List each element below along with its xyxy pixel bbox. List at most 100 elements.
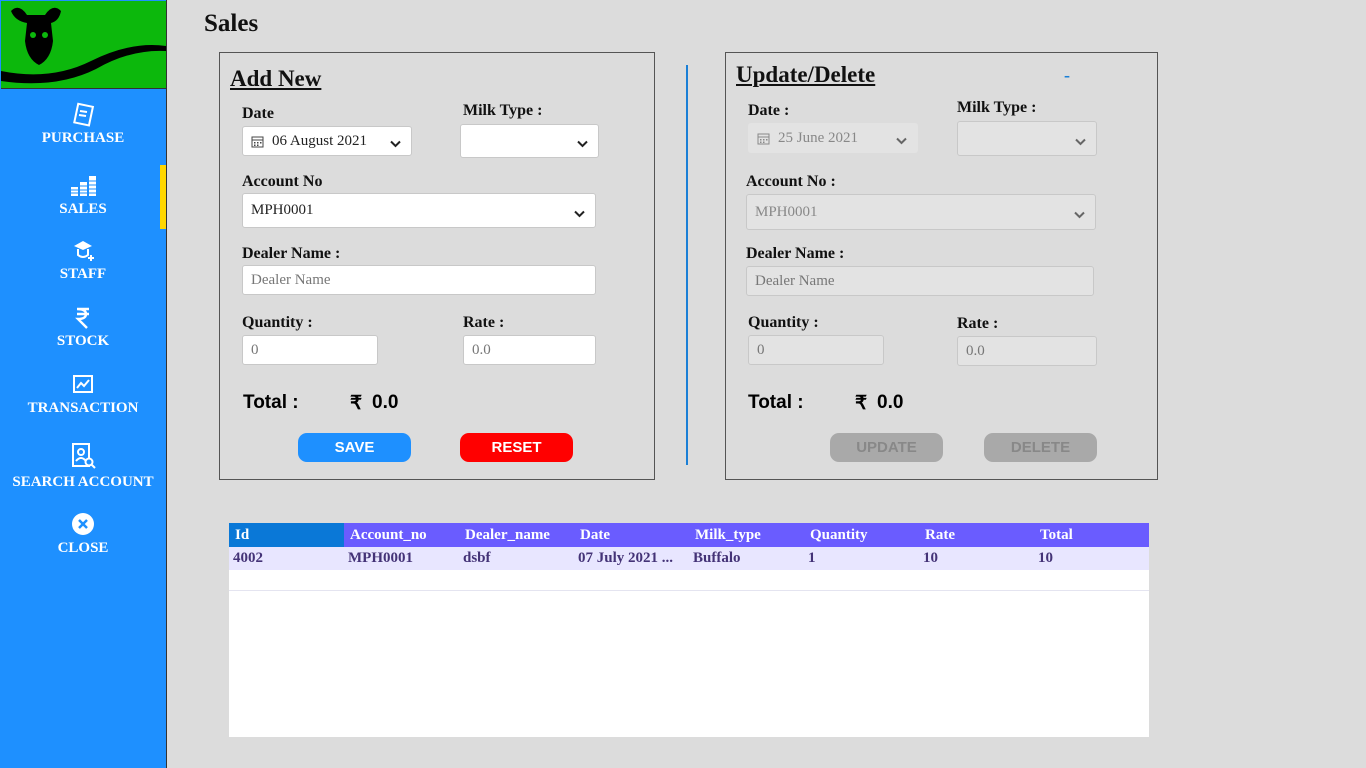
save-button[interactable]: SAVE: [298, 433, 411, 462]
search-account-icon: [0, 442, 166, 472]
sidebar-item-purchase[interactable]: PURCHASE: [0, 102, 166, 147]
rupee-symbol: ₹: [350, 393, 363, 414]
total-value: 0.0: [372, 392, 399, 413]
milk-type-select[interactable]: [957, 121, 1097, 156]
receipt-icon: [0, 102, 166, 128]
row-divider: [229, 590, 1149, 591]
milk-type-label: Milk Type :: [463, 102, 543, 119]
sidebar-item-label: STAFF: [59, 266, 107, 282]
rate-label: Rate :: [957, 315, 999, 332]
selected-id-indicator: -: [1064, 65, 1070, 85]
account-no-value: MPH0001: [755, 203, 818, 220]
account-no-value: MPH0001: [251, 202, 314, 218]
date-value: 25 June 2021: [778, 129, 858, 146]
total-label: Total :: [748, 392, 804, 413]
update-button[interactable]: UPDATE: [830, 433, 943, 462]
account-no-select[interactable]: MPH0001: [242, 193, 596, 228]
rate-input[interactable]: 0.0: [957, 336, 1097, 366]
sidebar-item-transaction[interactable]: TRANSACTION: [0, 372, 166, 417]
chevron-down-icon: [896, 133, 907, 150]
sidebar-item-sales[interactable]: SALES: [0, 173, 166, 218]
table-cell: MPH0001: [348, 550, 413, 566]
total-value: 0.0: [877, 392, 904, 413]
milk-type-label: Milk Type :: [957, 99, 1037, 116]
rate-value: 0.0: [966, 342, 985, 359]
total-label: Total :: [243, 392, 299, 413]
sidebar-item-label: PURCHASE: [41, 130, 125, 146]
column-header-account-no[interactable]: Account_no: [344, 523, 459, 547]
add-new-title: Add New: [230, 66, 322, 91]
dealer-name-input[interactable]: Dealer Name: [746, 266, 1094, 296]
dealer-name-input[interactable]: Dealer Name: [242, 265, 596, 295]
column-header-date[interactable]: Date: [574, 523, 689, 547]
date-value: 06 August 2021: [272, 132, 368, 149]
column-header-milk-type[interactable]: Milk_type: [689, 523, 804, 547]
sidebar-item-staff[interactable]: STAFF: [0, 238, 166, 283]
account-no-label: Account No: [242, 173, 323, 190]
chevron-down-icon: [390, 136, 401, 153]
delete-button[interactable]: DELETE: [984, 433, 1097, 462]
update-delete-panel: Update/Delete - Date : 25 June 2021 Milk…: [725, 52, 1158, 480]
sales-table[interactable]: Id Account_no Dealer_name Date Milk_type…: [229, 523, 1149, 737]
add-new-panel: Add New Date 06 August 2021 Milk Type : …: [219, 52, 655, 480]
quantity-value: 0: [251, 341, 259, 358]
sidebar-item-stock[interactable]: STOCK: [0, 305, 166, 350]
sidebar-item-close[interactable]: CLOSE: [0, 512, 166, 557]
calendar-icon: [251, 135, 264, 148]
table-cell: dsbf: [463, 550, 491, 566]
table-header: Id Account_no Dealer_name Date Milk_type…: [229, 523, 1149, 547]
sidebar-item-search-account[interactable]: SEARCH ACCOUNT: [0, 442, 166, 491]
column-header-rate[interactable]: Rate: [919, 523, 1034, 547]
column-header-id[interactable]: Id: [229, 523, 344, 547]
panel-separator: [686, 65, 688, 465]
rate-label: Rate :: [463, 314, 505, 331]
update-delete-title: Update/Delete: [736, 62, 876, 87]
table-cell: 10: [923, 550, 938, 566]
milk-type-select[interactable]: [460, 124, 599, 158]
account-no-label: Account No :: [746, 173, 836, 190]
chevron-down-icon: [1074, 207, 1085, 224]
quantity-input[interactable]: 0: [242, 335, 378, 365]
table-cell: 1: [808, 550, 816, 566]
rate-value: 0.0: [472, 341, 491, 358]
column-header-total[interactable]: Total: [1034, 523, 1149, 547]
reset-button[interactable]: RESET: [460, 433, 573, 462]
quantity-value: 0: [757, 341, 765, 358]
table-cell: 07 July 2021 ...: [578, 550, 674, 566]
date-picker[interactable]: 25 June 2021: [748, 123, 918, 153]
dealer-name-label: Dealer Name :: [242, 245, 341, 262]
close-icon: [0, 512, 166, 538]
dealer-name-label: Dealer Name :: [746, 245, 845, 262]
cow-logo-icon: [1, 7, 166, 84]
chevron-down-icon: [1075, 134, 1086, 151]
sidebar-item-label: CLOSE: [57, 540, 109, 556]
date-label: Date :: [748, 102, 790, 119]
rupee-icon: [0, 305, 166, 331]
chevron-down-icon: [577, 136, 588, 153]
table-cell: 10: [1038, 550, 1053, 566]
sidebar-item-label: STOCK: [56, 333, 110, 349]
rate-input[interactable]: 0.0: [463, 335, 596, 365]
dealer-name-placeholder: Dealer Name: [251, 271, 331, 288]
coins-icon: [0, 173, 166, 199]
quantity-label: Quantity :: [242, 314, 313, 331]
sidebar-item-label: TRANSACTION: [27, 400, 139, 416]
sidebar-item-label: SEARCH ACCOUNT: [12, 474, 154, 490]
table-row[interactable]: 4002 MPH0001 dsbf 07 July 2021 ... Buffa…: [229, 547, 1149, 570]
column-header-quantity[interactable]: Quantity: [804, 523, 919, 547]
rupee-symbol: ₹: [855, 393, 868, 414]
sidebar: PURCHASE SALES STAFF STOCK TRANSACTION S…: [0, 0, 167, 768]
table-cell: Buffalo: [693, 550, 741, 566]
quantity-input[interactable]: 0: [748, 335, 884, 365]
sidebar-item-label: SALES: [59, 201, 107, 217]
date-picker[interactable]: 06 August 2021: [242, 126, 412, 156]
dealer-name-placeholder: Dealer Name: [755, 272, 835, 289]
account-no-select[interactable]: MPH0001: [746, 194, 1096, 230]
column-header-dealer-name[interactable]: Dealer_name: [459, 523, 574, 547]
quantity-label: Quantity :: [748, 314, 819, 331]
cow-logo: [1, 1, 166, 89]
staff-icon: [0, 238, 166, 264]
date-label: Date: [242, 105, 274, 122]
chevron-down-icon: [574, 206, 585, 223]
active-indicator: [160, 165, 166, 229]
